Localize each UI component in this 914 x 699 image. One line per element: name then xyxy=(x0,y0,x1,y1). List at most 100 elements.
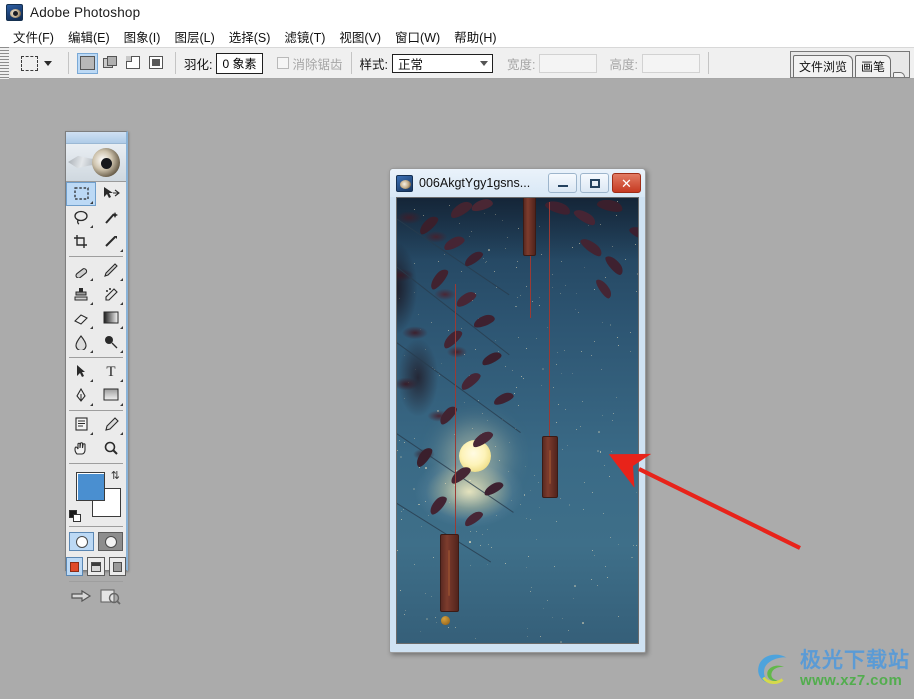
document-canvas[interactable] xyxy=(396,197,639,644)
tool-grid-top xyxy=(66,182,126,254)
eraser-icon xyxy=(73,311,89,328)
foreground-color-swatch[interactable] xyxy=(76,472,105,501)
eyedropper-icon xyxy=(104,416,119,434)
full-screen-with-menubar-button[interactable] xyxy=(87,557,105,576)
palette-tab-partial[interactable] xyxy=(893,72,905,77)
document-titlebar[interactable]: 006AkgtYgy1gsns... ✕ xyxy=(390,169,645,197)
rectangular-marquee-tool[interactable] xyxy=(66,182,96,206)
new-selection-icon xyxy=(80,56,95,70)
menu-image[interactable]: 图象(I) xyxy=(117,25,168,48)
marquee-icon xyxy=(73,186,89,202)
height-input[interactable] xyxy=(641,53,700,73)
maximize-button[interactable] xyxy=(580,173,609,193)
notes-tool[interactable] xyxy=(66,413,96,437)
intersect-selection-button[interactable] xyxy=(146,53,167,74)
photoshop-eye-logo xyxy=(66,144,126,182)
pen-tool[interactable] xyxy=(66,384,96,408)
menu-file[interactable]: 文件(F) xyxy=(6,25,61,48)
healing-brush-tool[interactable] xyxy=(66,259,96,283)
history-brush-tool[interactable] xyxy=(96,283,126,307)
brush-tool[interactable] xyxy=(96,259,126,283)
menu-help[interactable]: 帮助(H) xyxy=(447,25,503,48)
document-title: 006AkgtYgy1gsns... xyxy=(419,176,531,190)
lasso-tool[interactable] xyxy=(66,206,96,230)
eyedropper-tool[interactable] xyxy=(96,413,126,437)
menu-window[interactable]: 窗口(W) xyxy=(388,25,447,48)
menubar: 文件(F) 编辑(E) 图象(I) 图层(L) 选择(S) 滤镜(T) 视图(V… xyxy=(0,25,914,47)
notes-icon xyxy=(74,416,88,434)
close-button[interactable]: ✕ xyxy=(612,173,641,193)
shape-tool[interactable] xyxy=(96,384,126,408)
subtract-from-selection-button[interactable] xyxy=(123,53,144,74)
color-swatches-area: ⇅ xyxy=(66,468,126,524)
move-icon xyxy=(102,186,120,202)
menu-select[interactable]: 选择(S) xyxy=(222,25,278,48)
chime-tag xyxy=(549,450,551,484)
toolbox-drag-handle[interactable] xyxy=(66,132,126,144)
chevron-down-icon xyxy=(480,60,488,66)
toolbox-palette: T ⇅ xyxy=(65,131,128,605)
magic-wand-tool[interactable] xyxy=(96,206,126,230)
chime-block xyxy=(523,198,536,256)
gradient-tool[interactable] xyxy=(96,307,126,331)
document-photoshop-icon xyxy=(396,174,413,192)
move-tool[interactable] xyxy=(96,182,126,206)
crop-tool[interactable] xyxy=(66,230,96,254)
default-colors-icon[interactable] xyxy=(69,510,81,522)
divider xyxy=(350,52,352,74)
menu-filter[interactable]: 滤镜(T) xyxy=(277,25,332,48)
preview-in-browser-icon[interactable] xyxy=(100,588,122,611)
intersect-selection-icon xyxy=(149,56,164,70)
standard-mode-button[interactable] xyxy=(69,532,94,551)
antialias-checkbox[interactable] xyxy=(276,57,289,69)
antialias-checkbox-row[interactable]: 消除锯齿 xyxy=(276,54,343,73)
style-dropdown[interactable]: 正常 xyxy=(392,53,493,73)
menu-view[interactable]: 视图(V) xyxy=(332,25,388,48)
jump-to-imageready-icon[interactable] xyxy=(70,588,94,611)
tool-preset-picker[interactable] xyxy=(13,55,60,71)
feather-label: 羽化: xyxy=(184,57,213,72)
path-selection-tool[interactable] xyxy=(66,360,96,384)
menu-edit[interactable]: 编辑(E) xyxy=(61,25,117,48)
eye-icon xyxy=(92,148,120,177)
eraser-tool[interactable] xyxy=(66,307,96,331)
feather-input[interactable]: 0 象素 xyxy=(216,52,263,74)
width-input[interactable] xyxy=(539,53,598,73)
magic-wand-icon xyxy=(103,210,119,227)
minimize-button[interactable] xyxy=(548,173,577,193)
paintbrush-icon xyxy=(103,262,119,280)
quick-mask-mode-button[interactable] xyxy=(98,532,123,551)
zoom-tool[interactable] xyxy=(96,437,126,461)
add-to-selection-button[interactable] xyxy=(100,53,121,74)
gradient-icon xyxy=(103,311,119,327)
full-screen-mode-button[interactable] xyxy=(108,557,126,576)
application-title: Adobe Photoshop xyxy=(30,5,141,20)
new-selection-button[interactable] xyxy=(77,52,98,74)
palette-tab-file-browser[interactable]: 文件浏览 xyxy=(792,55,853,77)
subtract-from-selection-icon xyxy=(126,56,141,70)
add-to-selection-icon xyxy=(103,56,118,70)
photoshop-application-window: Adobe Photoshop 文件(F) 编辑(E) 图象(I) 图层(L) … xyxy=(0,0,914,699)
swap-colors-icon[interactable]: ⇅ xyxy=(111,469,120,482)
document-window[interactable]: 006AkgtYgy1gsns... ✕ xyxy=(389,168,646,653)
options-bar-grip[interactable] xyxy=(0,47,9,79)
hand-tool[interactable] xyxy=(66,437,96,461)
dodge-icon xyxy=(103,335,119,352)
rectangular-marquee-icon xyxy=(21,55,38,71)
magnifier-icon xyxy=(103,441,119,458)
palette-tab-brushes[interactable]: 画笔 xyxy=(854,55,891,77)
blur-tool[interactable] xyxy=(66,331,96,355)
clone-stamp-tool[interactable] xyxy=(66,283,96,307)
blur-droplet-icon xyxy=(74,334,88,352)
divider xyxy=(68,52,69,74)
history-brush-icon xyxy=(103,287,119,304)
menu-layer[interactable]: 图层(L) xyxy=(167,25,221,48)
standard-screen-mode-button[interactable] xyxy=(66,557,84,576)
type-tool[interactable]: T xyxy=(96,360,126,384)
slice-tool[interactable] xyxy=(96,230,126,254)
dodge-tool[interactable] xyxy=(96,331,126,355)
rectangle-shape-icon xyxy=(103,388,119,404)
hand-icon xyxy=(73,441,89,458)
quick-mask-mode-group xyxy=(66,529,126,554)
tool-grid-nav xyxy=(66,413,126,461)
